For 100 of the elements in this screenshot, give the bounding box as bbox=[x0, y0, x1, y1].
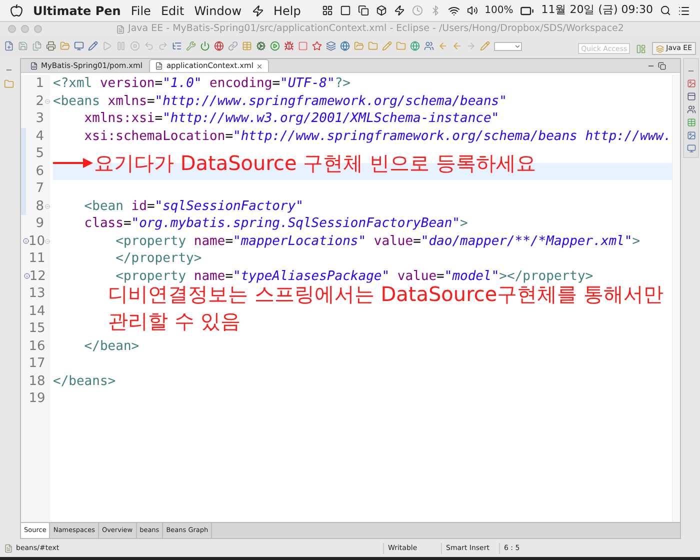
line-number: 14 bbox=[28, 302, 46, 320]
code-line: </property> bbox=[114, 250, 202, 268]
arrow-left-icon[interactable] bbox=[452, 41, 462, 51]
line-number: 16 bbox=[28, 338, 46, 355]
annotation-text: 요기다가 DataSource 구현체 빈으로 등록하세요 bbox=[94, 150, 536, 174]
menu-item[interactable]: File bbox=[130, 2, 151, 20]
arrow-left-icon[interactable] bbox=[438, 41, 448, 51]
globe-icon[interactable] bbox=[214, 41, 224, 51]
layers-icon bbox=[656, 44, 664, 52]
info-icon bbox=[24, 273, 30, 280]
panel-icon bbox=[686, 92, 696, 101]
line-number: 6 bbox=[34, 162, 44, 180]
pencil-icon[interactable] bbox=[480, 41, 490, 51]
volume-icon bbox=[466, 5, 478, 16]
line-number: 15 bbox=[28, 320, 46, 338]
folder-icon[interactable] bbox=[368, 41, 378, 51]
line-number: 18 bbox=[28, 372, 46, 390]
save-icon[interactable] bbox=[18, 41, 28, 51]
undo-icon[interactable] bbox=[144, 41, 154, 51]
file-icon bbox=[155, 62, 164, 70]
monitor-icon[interactable] bbox=[74, 41, 84, 51]
users-icon[interactable] bbox=[424, 41, 434, 51]
layers-icon[interactable] bbox=[326, 41, 336, 51]
info-icon bbox=[22, 238, 29, 244]
line-number: 19 bbox=[28, 390, 46, 408]
folder-icon[interactable] bbox=[396, 41, 406, 51]
wifi-icon bbox=[448, 4, 460, 16]
code-line: </beans> bbox=[53, 372, 116, 390]
line-number: 2 bbox=[34, 92, 44, 110]
link-icon[interactable] bbox=[228, 41, 238, 51]
folder-icon bbox=[4, 79, 14, 89]
code-line: xmlns:xsi="http://www.w3.org/2001/XMLSchema-instance" bbox=[83, 110, 500, 128]
star-icon[interactable] bbox=[312, 41, 322, 51]
dropdown[interactable] bbox=[494, 42, 522, 50]
folder-icon[interactable] bbox=[60, 41, 70, 51]
code-line: class="org.mybatis.spring.SqlSessionFactoryBean"> bbox=[83, 215, 468, 232]
line-number: 8 bbox=[34, 198, 44, 215]
table-icon bbox=[686, 118, 696, 127]
copy-icon bbox=[358, 5, 369, 16]
bug-icon[interactable] bbox=[284, 41, 294, 51]
chevron-down-icon bbox=[514, 42, 521, 50]
line-number: 12 bbox=[29, 268, 46, 285]
square-icon bbox=[340, 5, 351, 16]
line-number: 17 bbox=[28, 355, 46, 372]
folder-icon[interactable] bbox=[354, 41, 364, 51]
battery-percent: 100% bbox=[484, 4, 514, 18]
table-icon[interactable] bbox=[242, 41, 252, 51]
line-number: 10 bbox=[28, 232, 45, 250]
pause-icon[interactable] bbox=[116, 41, 126, 51]
arrow-right-icon[interactable] bbox=[466, 41, 476, 51]
wrench-icon[interactable] bbox=[186, 41, 196, 51]
line-number: 3 bbox=[34, 110, 44, 128]
code-line: <beans xmlns="http://www.springframework.org/schema/beans" bbox=[53, 92, 507, 110]
monitor-icon bbox=[686, 144, 696, 153]
menu-item[interactable]: Help bbox=[274, 2, 301, 20]
code-line: <property name="mapperLocations" value="dao/mapper/**/*Mapper.xml"> bbox=[114, 232, 640, 250]
line-number: 11 bbox=[28, 250, 46, 268]
square-icon[interactable] bbox=[298, 41, 308, 51]
pencil-icon[interactable] bbox=[382, 41, 392, 51]
bluetooth-icon bbox=[430, 5, 441, 16]
power-icon[interactable] bbox=[200, 41, 210, 51]
globe-icon[interactable] bbox=[340, 41, 350, 51]
stop-icon[interactable] bbox=[130, 41, 140, 51]
file-icon bbox=[30, 62, 38, 70]
window-title: Java EE - MyBatis-Spring01/src/applicationContext.xml - Eclipse - /Users/Hong/Dropbox/SDS/Workspace2 bbox=[128, 22, 624, 36]
clock-text: 11월 20일 (금) 09:30 bbox=[541, 2, 653, 18]
clock-icon bbox=[412, 5, 423, 16]
files-icon[interactable] bbox=[32, 41, 42, 51]
line-number: 9 bbox=[34, 215, 44, 232]
menu-item[interactable]: Window bbox=[194, 2, 242, 20]
fold-icon bbox=[44, 98, 50, 104]
run-icon[interactable] bbox=[270, 41, 280, 51]
code-line: </bean> bbox=[83, 338, 140, 355]
fold-icon bbox=[44, 204, 50, 209]
search-icon bbox=[660, 5, 671, 16]
redo-icon[interactable] bbox=[158, 41, 168, 51]
open-perspective-icon bbox=[636, 44, 646, 54]
lightning-icon bbox=[252, 4, 264, 16]
arrow-icon bbox=[53, 158, 93, 168]
list-tree-icon[interactable] bbox=[172, 41, 182, 51]
document-icon bbox=[4, 544, 13, 553]
line-number: 1 bbox=[34, 75, 44, 92]
close-icon[interactable] bbox=[256, 62, 264, 70]
users-icon bbox=[686, 105, 696, 114]
app-name[interactable]: Ultimate Pen bbox=[33, 2, 121, 20]
code-line: xsi:schemaLocation="http://www.springframework.org/schema/beans http://www. bbox=[83, 128, 672, 145]
restore-icon bbox=[658, 62, 666, 70]
code-line: <?xml version="1.0" encoding="UTF-8"?> bbox=[53, 75, 350, 92]
pencil-icon[interactable] bbox=[88, 41, 98, 51]
new-file-icon[interactable] bbox=[4, 41, 14, 51]
play-icon[interactable] bbox=[102, 41, 112, 51]
gear-icon[interactable] bbox=[256, 41, 266, 51]
apple-icon bbox=[10, 4, 23, 17]
line-number: 7 bbox=[34, 180, 44, 198]
menu-item[interactable]: Edit bbox=[160, 2, 184, 20]
line-number: 5 bbox=[34, 145, 44, 162]
line-number: 4 bbox=[34, 128, 44, 145]
printer-icon[interactable] bbox=[46, 41, 56, 51]
document-icon bbox=[116, 24, 126, 34]
globe-icon[interactable] bbox=[410, 41, 420, 51]
